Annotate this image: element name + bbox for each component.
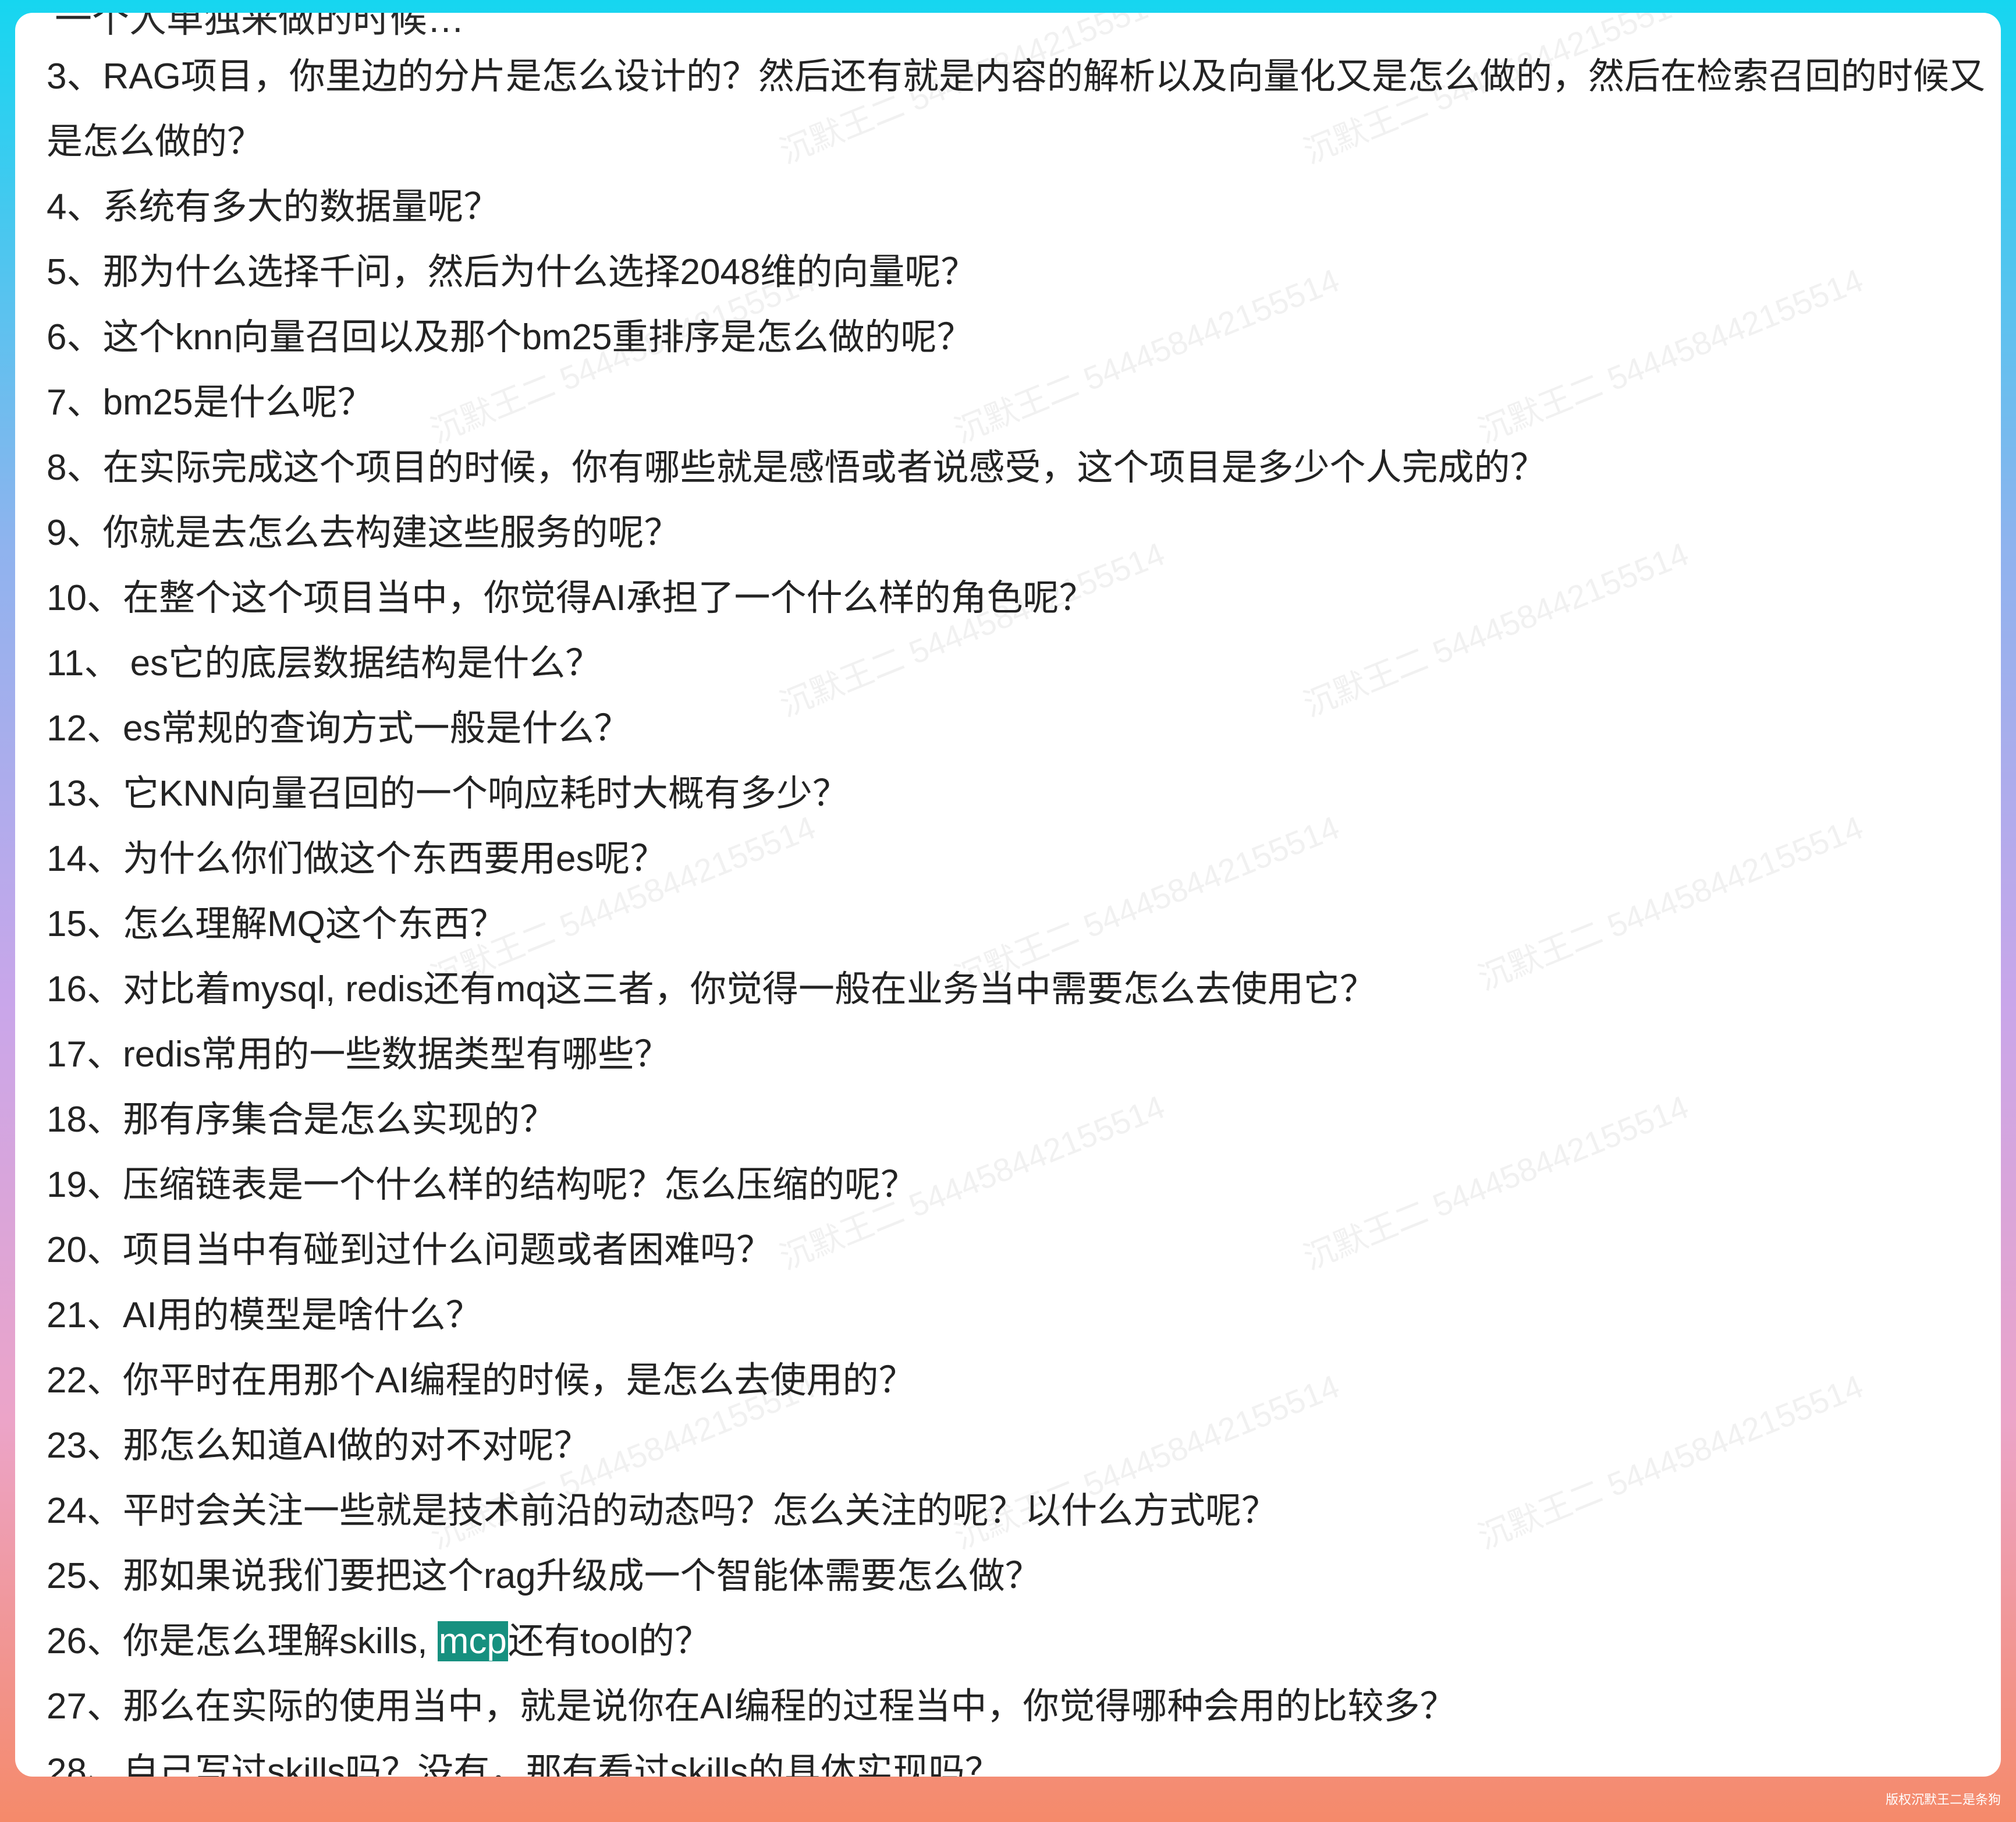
list-item: 13、它KNN向量召回的一个响应耗时大概有多少？ bbox=[47, 774, 849, 814]
cut-off-line: 一个人单独来做的时候… bbox=[55, 13, 464, 40]
list-item: 10、在整个这个项目当中，你觉得AI承担了一个什么样的角色呢？ bbox=[47, 578, 1095, 618]
list-item: 16、对比着mysql, redis还有mq这三者，你觉得一般在业务当中需要怎么… bbox=[47, 969, 1376, 1009]
list-item: 24、平时会关注一些就是技术前沿的动态吗？怎么关注的呢？以什么方式呢？ bbox=[47, 1491, 1277, 1531]
list-item: 28、自己写过skills吗？没有，那有看过skills的具体实现吗？ bbox=[47, 1752, 1001, 1777]
list-item: 18、那有序集合是怎么实现的？ bbox=[47, 1100, 556, 1140]
list-item: 11、 es它的底层数据结构是什么？ bbox=[47, 643, 602, 683]
list-item: 19、压缩链表是一个什么样的结构呢？怎么压缩的呢？ bbox=[47, 1165, 917, 1205]
q26-text-after: 还有tool的？ bbox=[507, 1621, 711, 1661]
content-card: 一个人单独来做的时候… 沉默王二 544458442155514 沉默王二 54… bbox=[15, 13, 2001, 1777]
list-item: 20、项目当中有碰到过什么问题或者困难吗？ bbox=[47, 1230, 772, 1270]
list-item: 14、为什么你们做这个东西要用es呢？ bbox=[47, 839, 666, 879]
list-item: 4、系统有多大的数据量呢？ bbox=[47, 187, 500, 227]
list-item: 5、那为什么选择千问，然后为什么选择2048维的向量呢？ bbox=[47, 252, 977, 292]
question-list: 3、RAG项目，你里边的分片是怎么设计的？然后还有就是内容的解析以及向量化又是怎… bbox=[47, 44, 1990, 1777]
list-item: 9、你就是去怎么去构建这些服务的呢？ bbox=[47, 513, 680, 553]
list-item: 27、那么在实际的使用当中，就是说你在AI编程的过程当中，你觉得哪种会用的比较多… bbox=[47, 1686, 1456, 1727]
list-item: 17、redis常用的一些数据类型有哪些？ bbox=[47, 1034, 670, 1075]
list-item: 21、AI用的模型是啥什么？ bbox=[47, 1295, 482, 1335]
list-item: 6、这个knn向量召回以及那个bm25重排序是怎么做的呢？ bbox=[47, 317, 973, 357]
list-item-26: 26、你是怎么理解skills, mcp还有tool的？ bbox=[47, 1609, 1990, 1674]
list-item: 22、你平时在用那个AI编程的时候，是怎么去使用的？ bbox=[47, 1360, 915, 1401]
list-item: 25、那如果说我们要把这个rag升级成一个智能体需要怎么做？ bbox=[47, 1556, 1041, 1596]
q26-text-before: 26、你是怎么理解skills, bbox=[47, 1621, 438, 1661]
selected-text-highlight[interactable]: mcp bbox=[437, 1621, 508, 1661]
list-item: 23、那怎么知道AI做的对不对呢？ bbox=[47, 1426, 590, 1466]
list-item: 8、在实际完成这个项目的时候，你有哪些就是感悟或者说感受，这个项目是多少个人完成… bbox=[47, 448, 1546, 488]
copyright-text: 版权沉默王二是条狗 bbox=[1885, 1792, 2001, 1807]
list-item: 7、bm25是什么呢？ bbox=[47, 382, 374, 423]
list-item: 15、怎么理解MQ这个东西？ bbox=[47, 904, 506, 944]
list-item: 12、es常规的查询方式一般是什么？ bbox=[47, 708, 630, 749]
list-item: 3、RAG项目，你里边的分片是怎么设计的？然后还有就是内容的解析以及向量化又是怎… bbox=[47, 56, 1985, 162]
